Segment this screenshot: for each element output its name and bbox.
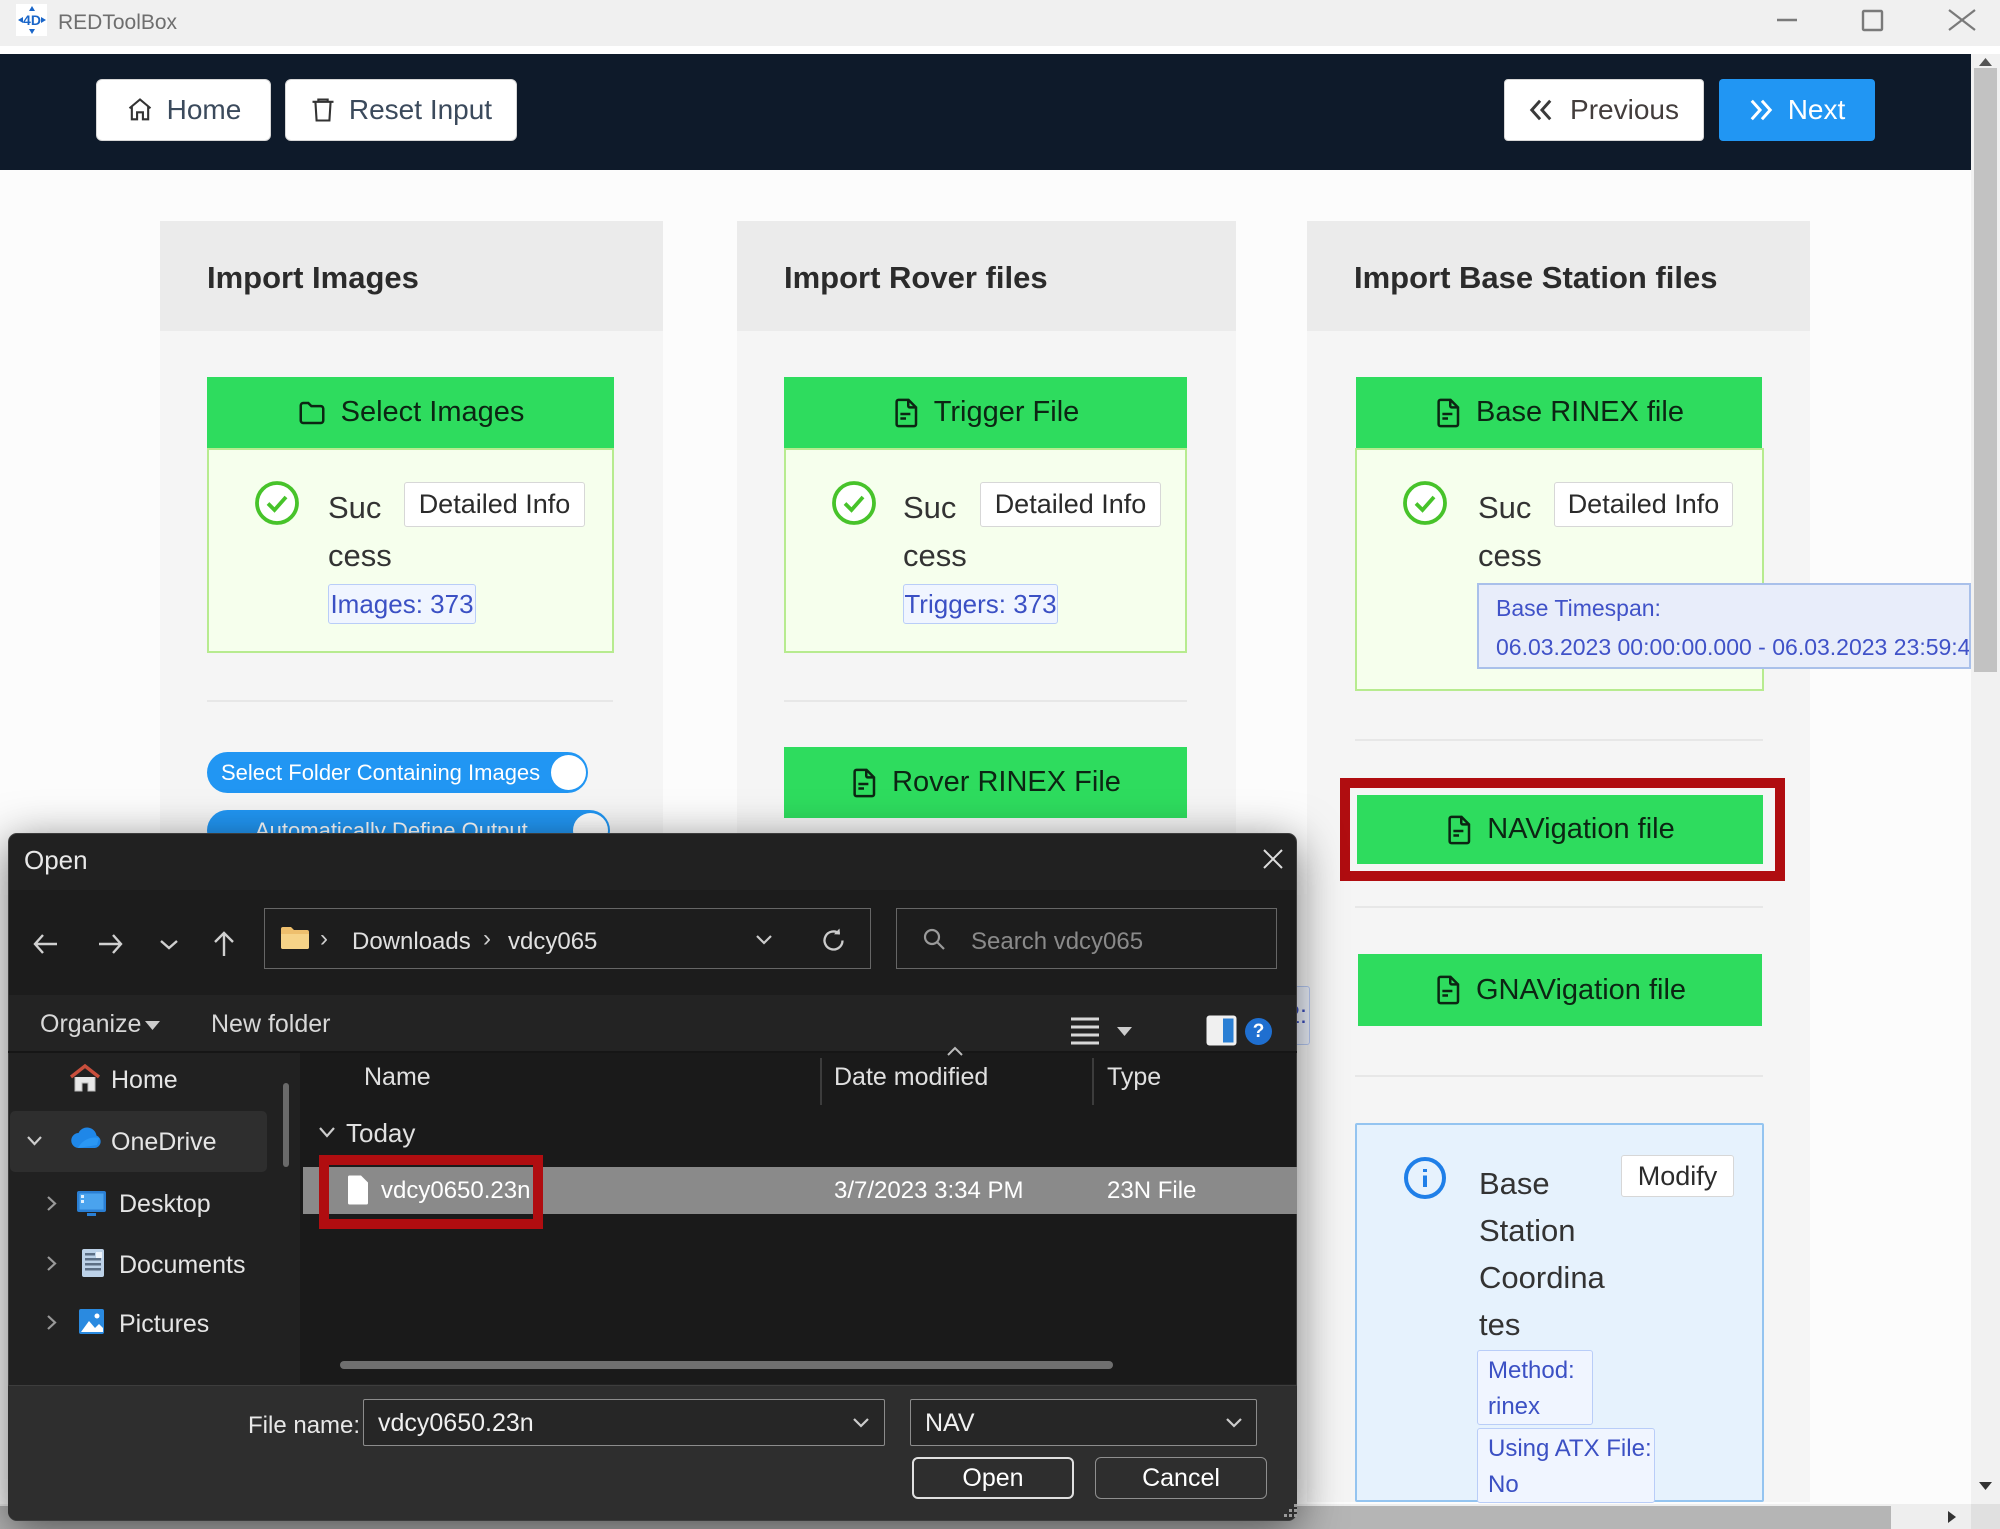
svg-text:4D: 4D [23, 12, 41, 28]
